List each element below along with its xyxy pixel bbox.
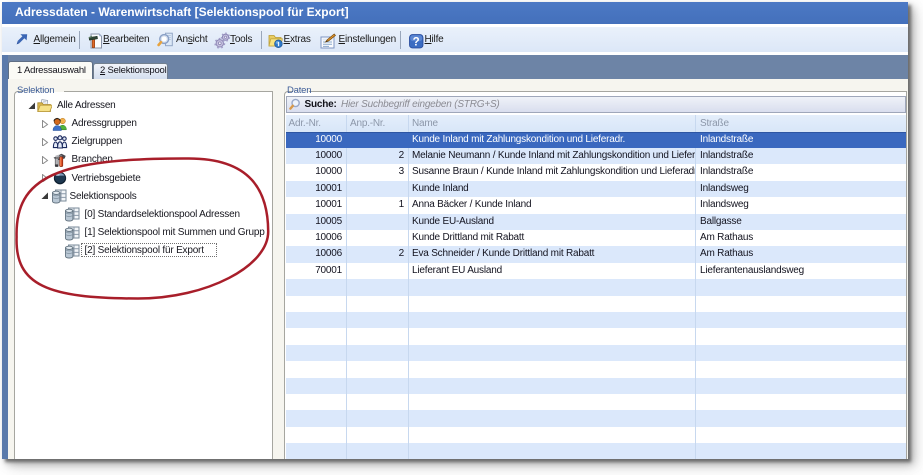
svg-text:?: ? <box>413 36 420 48</box>
